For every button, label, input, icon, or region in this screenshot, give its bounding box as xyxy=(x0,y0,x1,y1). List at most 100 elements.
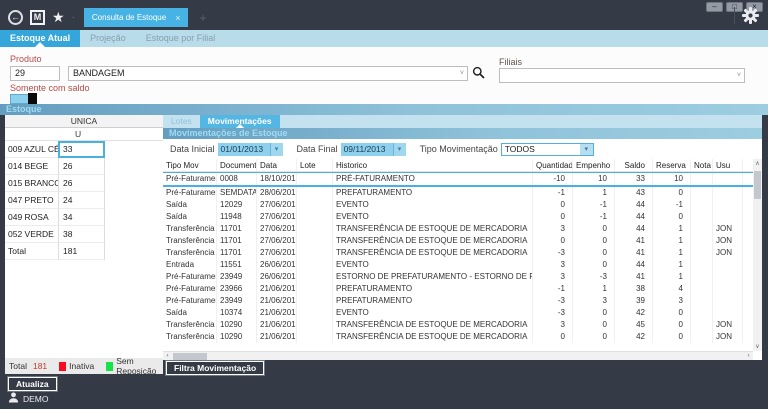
movement-cell xyxy=(713,199,743,211)
only-with-balance-toggle[interactable] xyxy=(10,94,37,104)
scroll-down-icon[interactable]: ∨ xyxy=(753,343,762,350)
favorites-star-icon[interactable]: ★ xyxy=(52,10,65,25)
search-icon[interactable] xyxy=(472,66,485,84)
stock-row[interactable]: 049 ROSA34 xyxy=(5,209,163,226)
movement-type-combo[interactable]: TODOS ▾ xyxy=(501,143,594,156)
product-label: Produto xyxy=(10,54,42,64)
branches-label: Filiais xyxy=(499,57,522,67)
movement-row[interactable]: Pré-Faturamento2396621/06/2013PREFATURAM… xyxy=(163,283,753,295)
product-code-input[interactable]: 29 xyxy=(10,66,60,81)
app-logo-icon[interactable]: M xyxy=(30,10,45,25)
movement-row[interactable]: Transferência1170127/06/2013 TRANSFERÊNCI… xyxy=(163,235,753,247)
minimize-button[interactable]: – xyxy=(706,2,723,12)
movement-cell: -1 xyxy=(573,199,615,211)
movement-cell: 27/06/2013 xyxy=(257,247,297,259)
branches-combo[interactable]: ˅ xyxy=(499,68,745,83)
movement-row[interactable]: Saída1194827/06/2013EVENTO0-1440 xyxy=(163,211,753,223)
stock-by-color-panel: UNICA U 009 AZUL CÉU33014 BEGE26015 BRAN… xyxy=(5,115,163,358)
movement-cell: 3 xyxy=(573,295,615,307)
tab-lotes[interactable]: Lotes xyxy=(163,115,200,128)
chevron-down-icon[interactable]: ˅ xyxy=(737,69,741,82)
movement-cell: -1 xyxy=(533,187,573,199)
movement-row[interactable]: Pré-Faturamento2394921/06/2013PREFATURAM… xyxy=(163,295,753,307)
movement-cell: 12029 xyxy=(217,199,257,211)
end-date-picker[interactable]: 09/11/2013 ▾ xyxy=(341,143,406,156)
product-name-input[interactable]: BANDAGEM ˅ xyxy=(68,66,468,81)
chevron-down-icon[interactable]: ▾ xyxy=(580,144,593,155)
stock-row[interactable]: 047 PRETO24 xyxy=(5,192,163,209)
movement-row[interactable]: Saída1202927/06/2013EVENTO0-144-1 xyxy=(163,199,753,211)
stock-qty-cell: 26 xyxy=(58,175,105,192)
movement-cell: TRANSFERÊNCIA DE ESTOQUE DE MERCADORIA xyxy=(333,247,533,259)
scroll-up-icon[interactable]: ∧ xyxy=(753,160,762,167)
movement-cell: JON xyxy=(713,319,743,331)
movement-cell xyxy=(297,211,333,223)
movement-cell xyxy=(297,247,333,259)
movement-row[interactable]: Transferência1029021/06/2013TRANSFERÊNCI… xyxy=(163,319,753,331)
movement-cell: 11701 xyxy=(217,235,257,247)
movements-table: Tipo MovDocumentoDataLoteHistoricoQuanti… xyxy=(163,159,753,351)
movement-row[interactable]: Transferência1170127/06/2013TRANSFERÊNCI… xyxy=(163,223,753,235)
stock-row[interactable]: 009 AZUL CÉU33 xyxy=(5,141,163,158)
movement-cell: 44 xyxy=(615,259,653,271)
movement-cell: 27/06/2013 xyxy=(257,235,297,247)
movement-cell: 45 xyxy=(615,319,653,331)
stock-row[interactable]: 052 VERDE38 xyxy=(5,226,163,243)
movement-cell: Saída xyxy=(163,307,217,319)
movement-row[interactable]: Entrada1155126/06/2013EVENTO30441 xyxy=(163,259,753,271)
stock-row[interactable]: 014 BEGE26 xyxy=(5,158,163,175)
movement-row[interactable]: Transferência1029021/06/2013TRANSFERÊNCI… xyxy=(163,331,753,343)
chevron-down-icon[interactable]: ▾ xyxy=(393,143,406,156)
back-icon[interactable]: ← xyxy=(8,10,23,25)
settings-gear-icon[interactable] xyxy=(742,7,759,29)
movement-cell: 0 xyxy=(533,199,573,211)
movement-cell xyxy=(713,283,743,295)
movement-cell xyxy=(691,211,713,223)
movement-cell: Transferência xyxy=(163,235,217,247)
movement-row[interactable]: Saída1037421/06/2013EVENTO-30420 xyxy=(163,307,753,319)
movement-row[interactable]: Pré-Faturamento2394926/06/2013ESTORNO DE… xyxy=(163,271,753,283)
movement-cell: 0 xyxy=(573,259,615,271)
movement-cell: 21/06/2013 xyxy=(257,283,297,295)
vertical-scrollbar[interactable]: ∧ ∨ xyxy=(753,159,762,351)
document-tab[interactable]: Consulta de Estoque × xyxy=(84,8,189,27)
movement-row[interactable]: Pré-FaturamentoSEMDATA28/06/2013PREFATUR… xyxy=(163,187,753,199)
column-header: Nota xyxy=(691,159,713,171)
stock-row[interactable]: Total181 xyxy=(5,243,163,260)
movement-cell: 0 xyxy=(573,331,615,343)
column-header: Usu xyxy=(713,159,743,171)
movement-row[interactable]: Transferência1170127/06/2013TRANSFERÊNCI… xyxy=(163,247,753,259)
scroll-right-icon[interactable]: › xyxy=(744,353,753,359)
no-restock-color-swatch xyxy=(106,362,113,371)
movement-cell: TRANSFERÊNCIA DE ESTOQUE DE MERCADORIA xyxy=(333,235,533,247)
inactive-color-swatch xyxy=(59,362,66,371)
column-header: Documento xyxy=(217,159,257,171)
tab-estoque-atual[interactable]: Estoque Atual xyxy=(0,30,80,47)
stock-row[interactable]: 015 BRANCO26 xyxy=(5,175,163,192)
movement-row[interactable]: Pré-Faturamento000818/10/2013PRÉ-FATURAM… xyxy=(163,172,753,187)
movement-cell: Transferência xyxy=(163,223,217,235)
user-name: DEMO xyxy=(23,394,49,404)
stock-unit-header: U xyxy=(5,128,163,141)
scroll-left-icon[interactable]: ‹ xyxy=(163,353,172,359)
movement-cell: 3 xyxy=(653,295,691,307)
refresh-button[interactable]: Atualiza xyxy=(8,377,57,391)
chevron-down-icon[interactable]: ▾ xyxy=(270,143,283,156)
tab-projecao[interactable]: Projeção xyxy=(80,30,136,47)
movement-cell: 21/06/2013 xyxy=(257,295,297,307)
horizontal-scroll-thumb[interactable] xyxy=(173,353,207,360)
tab-estoque-por-filial[interactable]: Estoque por Filial xyxy=(136,30,226,47)
movement-type-value: TODOS xyxy=(502,144,580,155)
vertical-scroll-thumb[interactable] xyxy=(754,171,761,199)
tab-movimentacoes[interactable]: Movimentações xyxy=(200,115,280,128)
tab-close-icon[interactable]: × xyxy=(175,13,180,23)
add-tab-icon[interactable]: + xyxy=(199,11,206,25)
start-date-picker[interactable]: 01/01/2013 ▾ xyxy=(218,143,283,156)
filter-movement-button[interactable]: Filtra Movimentação xyxy=(166,361,264,375)
movement-cell xyxy=(297,331,333,343)
movement-cell: JON xyxy=(713,223,743,235)
movement-cell xyxy=(297,259,333,271)
chevron-down-icon[interactable]: ˅ xyxy=(460,67,464,80)
horizontal-scrollbar[interactable]: ‹ › xyxy=(163,351,753,360)
movement-cell: 11701 xyxy=(217,247,257,259)
